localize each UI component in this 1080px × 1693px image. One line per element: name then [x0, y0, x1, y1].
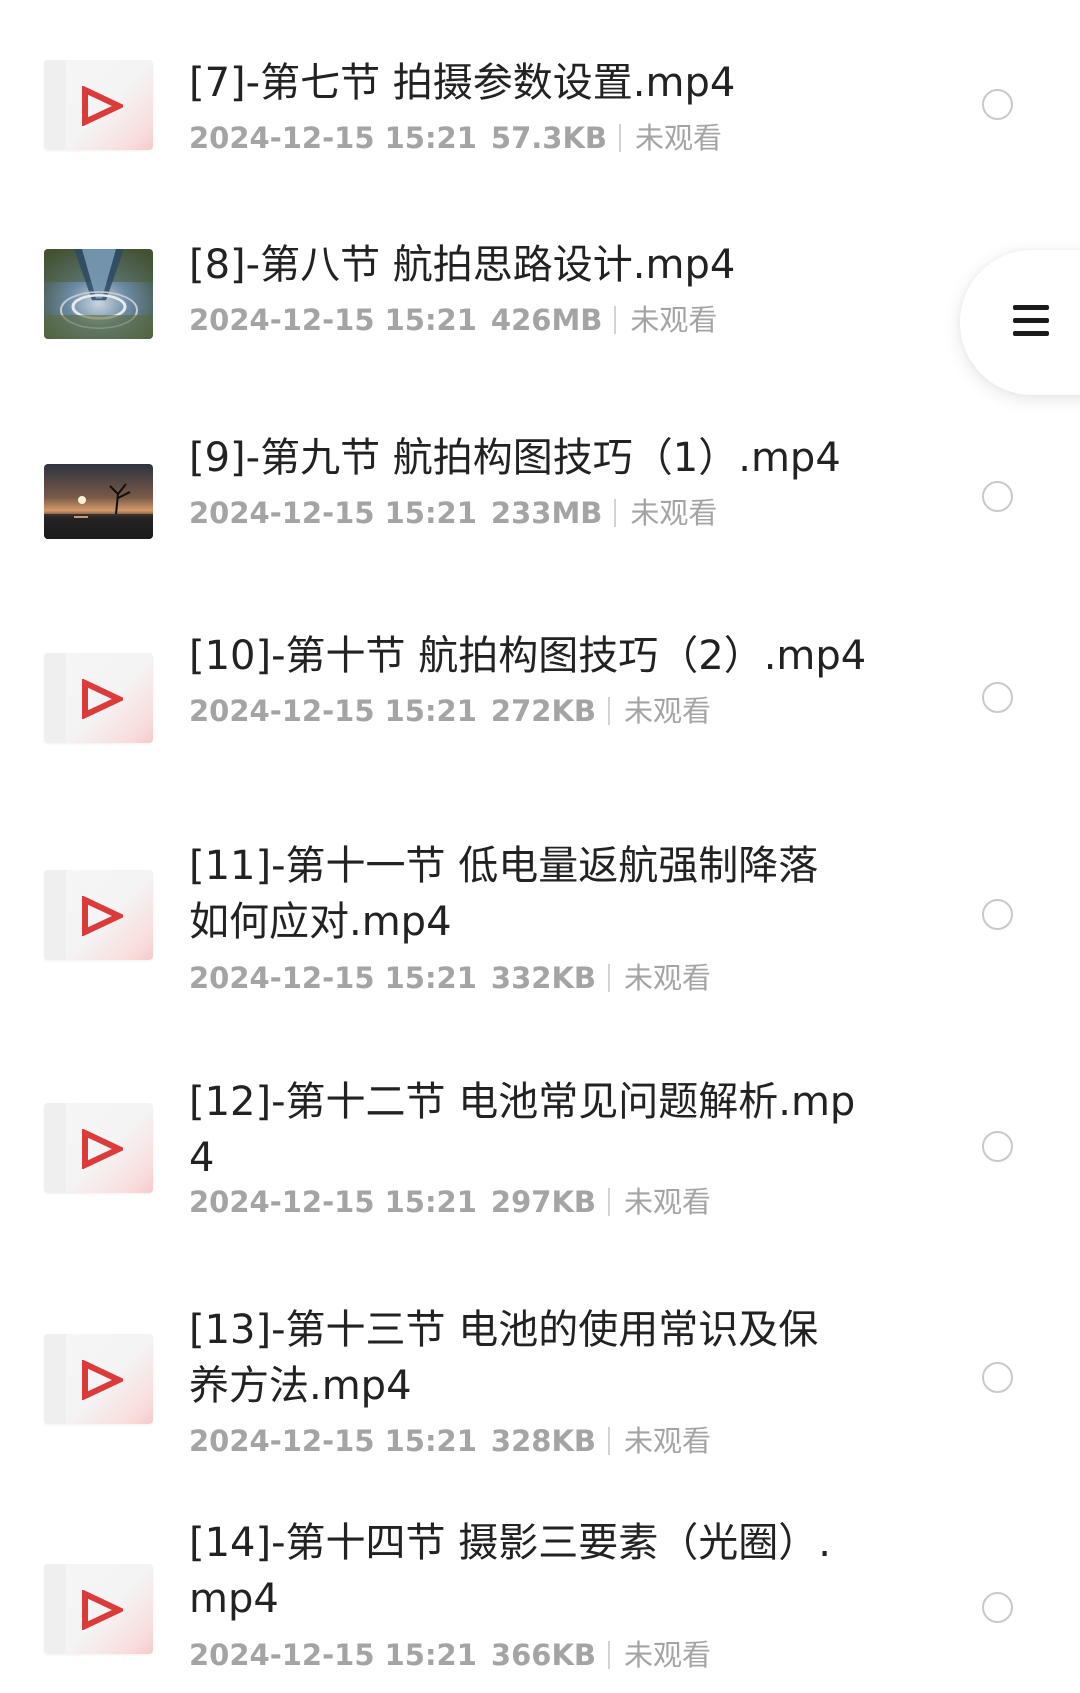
divider — [608, 1427, 611, 1455]
play-icon — [82, 86, 123, 126]
file-title[interactable]: [14]-第十四节 摄影三要素（光圈）. mp4 — [189, 1515, 879, 1627]
file-size: 328KB — [490, 1424, 597, 1458]
video-thumbnail[interactable] — [44, 1103, 153, 1193]
watch-status: 未观看 — [630, 496, 718, 530]
list-item[interactable]: [9]-第九节 航拍构图技巧（1）.mp4 2024-12-15 15:21 23… — [0, 390, 1080, 588]
file-size: 426MB — [490, 303, 603, 337]
file-title[interactable]: [9]-第九节 航拍构图技巧（1）.mp4 — [189, 430, 879, 486]
watch-status: 未观看 — [624, 1424, 712, 1458]
watch-status: 未观看 — [624, 1638, 712, 1672]
play-icon — [82, 679, 123, 719]
file-title-line: [14]-第十四节 摄影三要素（光圈）. — [189, 1520, 831, 1566]
list-item[interactable]: [8]-第八节 航拍思路设计.mp4 2024-12-15 15:21 426MB… — [0, 190, 1080, 390]
list-item[interactable]: [14]-第十四节 摄影三要素（光圈）. mp4 2024-12-15 15:2… — [0, 1488, 1080, 1693]
file-size: 272KB — [490, 694, 597, 728]
file-datetime: 2024-12-15 15:21 — [189, 496, 477, 530]
file-title-line: [11]-第十一节 低电量返航强制降落 — [189, 843, 819, 889]
watch-status: 未观看 — [624, 961, 712, 995]
file-datetime: 2024-12-15 15:21 — [189, 1424, 477, 1458]
watch-status: 未观看 — [630, 303, 718, 337]
file-size: 297KB — [490, 1185, 597, 1219]
sunset-lake-photo — [44, 464, 153, 539]
video-thumbnail[interactable] — [44, 653, 153, 743]
file-datetime: 2024-12-15 15:21 — [189, 694, 477, 728]
file-size: 366KB — [490, 1638, 597, 1672]
divider — [608, 697, 611, 725]
file-title-line: 养方法.mp4 — [189, 1363, 412, 1409]
watch-status: 未观看 — [624, 694, 712, 728]
select-radio[interactable] — [982, 1362, 1013, 1393]
select-radio[interactable] — [982, 682, 1013, 713]
watch-status: 未观看 — [624, 1185, 712, 1219]
play-icon — [82, 1590, 123, 1630]
file-size: 57.3KB — [490, 121, 608, 155]
list-item[interactable]: [7]-第七节 拍摄参数设置.mp4 2024-12-15 15:21 57.3K… — [0, 0, 1080, 190]
video-thumbnail[interactable] — [44, 464, 153, 539]
file-datetime: 2024-12-15 15:21 — [189, 961, 477, 995]
file-meta: 2024-12-15 15:21 332KB 未观看 — [189, 961, 711, 995]
file-title[interactable]: [8]-第八节 航拍思路设计.mp4 — [189, 237, 879, 293]
file-meta: 2024-12-15 15:21 233MB 未观看 — [189, 496, 717, 530]
file-meta: 2024-12-15 15:21 57.3KB 未观看 — [189, 121, 722, 155]
file-size: 332KB — [490, 961, 597, 995]
divider — [614, 499, 617, 527]
divider — [619, 124, 622, 152]
watch-status: 未观看 — [635, 121, 723, 155]
file-title[interactable]: [10]-第十节 航拍构图技巧（2）.mp4 — [189, 628, 879, 684]
aerial-tower-photo — [44, 249, 153, 339]
list-item[interactable]: [10]-第十节 航拍构图技巧（2）.mp4 2024-12-15 15:21 2… — [0, 588, 1080, 788]
file-list: [7]-第七节 拍摄参数设置.mp4 2024-12-15 15:21 57.3K… — [0, 0, 1080, 1693]
file-meta: 2024-12-15 15:21 272KB 未观看 — [189, 694, 711, 728]
divider — [608, 1641, 611, 1669]
select-radio[interactable] — [982, 1131, 1013, 1162]
file-title[interactable]: [13]-第十三节 电池的使用常识及保 养方法.mp4 — [189, 1302, 879, 1414]
file-datetime: 2024-12-15 15:21 — [189, 303, 477, 337]
select-radio[interactable] — [982, 899, 1013, 930]
select-radio[interactable] — [982, 89, 1013, 120]
video-thumbnail[interactable] — [44, 1334, 153, 1424]
divider — [608, 964, 611, 992]
video-thumbnail[interactable] — [44, 870, 153, 960]
divider — [608, 1188, 611, 1216]
file-meta: 2024-12-15 15:21 297KB 未观看 — [189, 1185, 711, 1219]
list-item[interactable]: [13]-第十三节 电池的使用常识及保 养方法.mp4 2024-12-15 1… — [0, 1258, 1080, 1488]
file-title-line: mp4 — [189, 1576, 279, 1622]
list-item[interactable]: [11]-第十一节 低电量返航强制降落 如何应对.mp4 2024-12-15 … — [0, 788, 1080, 1028]
file-datetime: 2024-12-15 15:21 — [189, 1185, 477, 1219]
file-datetime: 2024-12-15 15:21 — [189, 1638, 477, 1672]
file-datetime: 2024-12-15 15:21 — [189, 121, 477, 155]
file-meta: 2024-12-15 15:21 328KB 未观看 — [189, 1424, 711, 1458]
file-title-line: [12]-第十二节 电池常见问题解析.mp — [189, 1079, 856, 1125]
file-meta: 2024-12-15 15:21 426MB 未观看 — [189, 303, 717, 337]
file-title[interactable]: [7]-第七节 拍摄参数设置.mp4 — [189, 55, 879, 111]
play-icon — [82, 896, 123, 936]
video-thumbnail[interactable] — [44, 1564, 153, 1654]
list-item[interactable]: [12]-第十二节 电池常见问题解析.mp 4 2024-12-15 15:21… — [0, 1028, 1080, 1258]
select-radio[interactable] — [982, 1592, 1013, 1623]
divider — [614, 306, 617, 334]
play-icon — [82, 1360, 123, 1400]
video-thumbnail[interactable] — [44, 249, 153, 339]
file-title[interactable]: [12]-第十二节 电池常见问题解析.mp 4 — [189, 1074, 879, 1186]
file-size: 233MB — [490, 496, 603, 530]
file-title-line: [13]-第十三节 电池的使用常识及保 — [189, 1307, 819, 1353]
select-radio[interactable] — [982, 481, 1013, 512]
file-title[interactable]: [11]-第十一节 低电量返航强制降落 如何应对.mp4 — [189, 838, 879, 950]
file-title-line: 4 — [189, 1135, 215, 1181]
file-meta: 2024-12-15 15:21 366KB 未观看 — [189, 1638, 711, 1672]
video-thumbnail[interactable] — [44, 60, 153, 150]
menu-icon — [1013, 305, 1049, 336]
file-title-line: 如何应对.mp4 — [189, 899, 452, 945]
play-icon — [82, 1129, 123, 1169]
